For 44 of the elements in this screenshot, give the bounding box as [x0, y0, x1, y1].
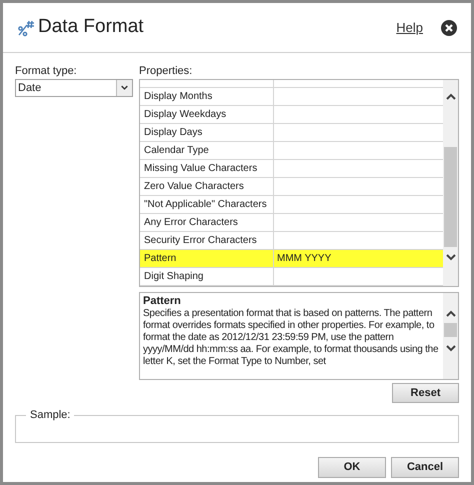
property-name: Any Error Characters — [140, 214, 274, 231]
scrollbar[interactable] — [443, 80, 458, 286]
property-row[interactable]: Display Months — [140, 88, 443, 106]
scroll-down-icon[interactable] — [444, 343, 456, 353]
scroll-thumb[interactable] — [444, 147, 457, 247]
property-row[interactable]: "Not Applicable" Characters — [140, 196, 443, 214]
property-row[interactable]: Calendar Type — [140, 142, 443, 160]
property-row[interactable]: Digit Shaping — [140, 268, 443, 286]
property-name: Display Weekdays — [140, 106, 274, 123]
ok-button[interactable]: OK — [318, 457, 386, 478]
property-name: Display Days — [140, 124, 274, 141]
description-title: Pattern — [143, 295, 182, 308]
description-text: Specifies a presentation format that is based on patterns. The pattern format overrides formats specified in other properties. For example, to format the date as 2012/12/31 23:59:59 PM, use the pattern yyyy/MM/dd hh:mm:ss aa. For example, to format thousands using the letter K, set the Format Type to Number, set — [143, 308, 440, 368]
property-row[interactable]: Zero Value Characters — [140, 178, 443, 196]
scroll-thumb[interactable] — [444, 323, 457, 337]
property-name: Calendar Type — [140, 142, 274, 159]
property-row[interactable]: Display Weekdays — [140, 106, 443, 124]
format-type-label: Format type: — [15, 65, 78, 78]
close-icon[interactable] — [441, 20, 457, 36]
cancel-button[interactable]: Cancel — [391, 457, 459, 478]
sample-label: Sample: — [29, 409, 72, 421]
property-row[interactable]: Any Error Characters — [140, 214, 443, 232]
property-value: MMM YYYY — [276, 252, 332, 266]
help-link[interactable]: Help — [396, 18, 423, 38]
scroll-down-icon[interactable] — [444, 252, 456, 262]
scroll-up-icon[interactable] — [444, 92, 456, 102]
property-row[interactable]: Display Days — [140, 124, 443, 142]
property-row[interactable]: Pattern MMM YYYY — [140, 250, 443, 268]
property-name: Digit Shaping — [140, 268, 274, 285]
scroll-up-icon[interactable] — [444, 309, 456, 319]
property-name: Pattern — [140, 250, 274, 267]
property-name: Zero Value Characters — [140, 178, 274, 195]
format-icon — [17, 18, 35, 36]
dropdown-caret-icon — [116, 80, 132, 96]
format-type-dropdown[interactable]: Date — [15, 79, 133, 97]
window-title: Data Format — [38, 15, 144, 40]
reset-button[interactable]: Reset — [392, 383, 459, 403]
property-name: Missing Value Characters — [140, 160, 274, 177]
property-name: Display Months — [140, 88, 274, 105]
property-row[interactable]: Security Error Characters — [140, 232, 443, 250]
property-row[interactable]: Missing Value Characters — [140, 160, 443, 178]
property-name: "Not Applicable" Characters — [140, 196, 274, 213]
property-name: Security Error Characters — [140, 232, 274, 249]
properties-label: Properties: — [139, 65, 194, 78]
